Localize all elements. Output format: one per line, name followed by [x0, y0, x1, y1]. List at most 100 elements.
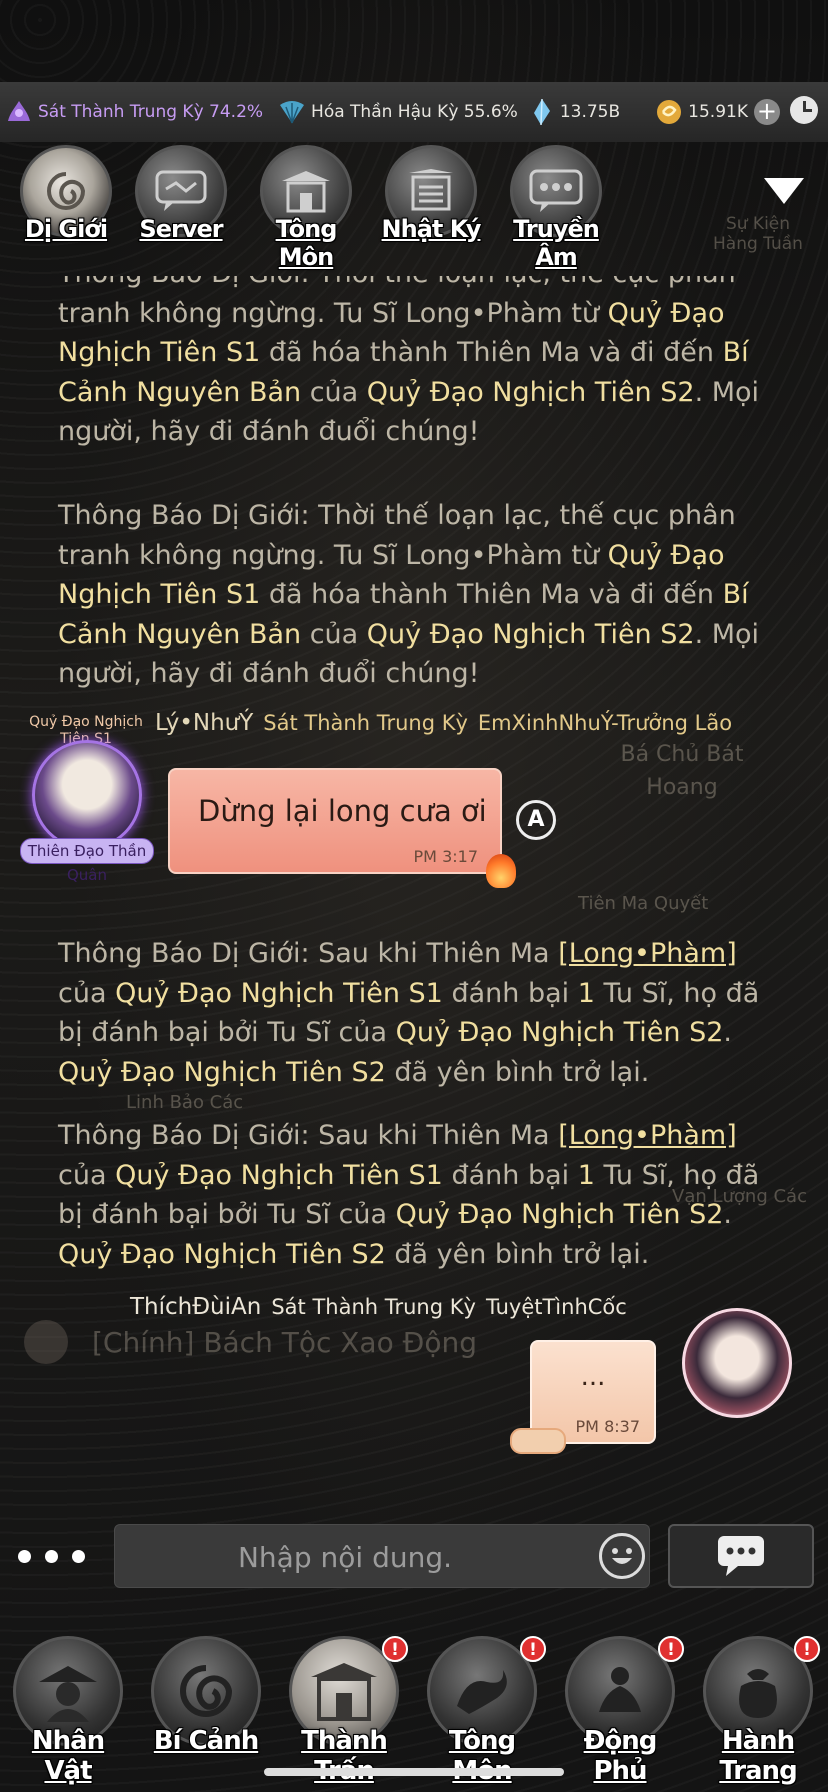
chat-input-bar: Nhập nội dung.	[0, 1520, 828, 1596]
server-name: Quỷ Đạo Nghịch Tiên S2	[395, 1199, 724, 1230]
system-message: Thông Báo Dị Giới: Sau khi Thiên Ma [Lon…	[58, 934, 778, 1092]
check-icon	[24, 1320, 68, 1364]
sys-text: đánh bại	[442, 1159, 578, 1191]
sender-rank: Sát Thành Trung Kỳ	[271, 1295, 476, 1319]
sys-text: Thông Báo Dị Giới: Sau khi Thiên Ma	[58, 1120, 559, 1151]
nav-hanh-trang-label: Hành Trang	[719, 1726, 797, 1786]
collapse-chat-button[interactable]	[764, 178, 804, 204]
sender-guild: EmXinhNhuÝ-Trưởng Lão	[477, 711, 733, 735]
realm-progress-label: Sát Thành Trung Kỳ 74.2%	[38, 102, 264, 122]
nav-bi-canh[interactable]: Bí Cảnh	[146, 1636, 266, 1776]
server-name: Quỷ Đạo Nghịch Tiên S2	[58, 1238, 386, 1270]
nav-nhan-vat-label: Nhân Vật	[31, 1726, 105, 1786]
avatar-frame[interactable]: Quỷ Đạo Nghịch Tiên S1 Thiên Đạo Thần Qu…	[20, 710, 154, 884]
nav-thanh-tran[interactable]: Thành Trấn !	[284, 1636, 408, 1786]
coin-icon	[657, 100, 682, 124]
nav-nhan-vat[interactable]: Nhân Vật	[8, 1636, 128, 1786]
chat-bubble-text: Dừng lại long cưa ơi	[198, 794, 487, 828]
clock-icon[interactable]	[790, 96, 818, 124]
server-name: Quỷ Đạo Nghịch Tiên S2	[366, 376, 695, 408]
sys-text: Thông Báo Dị Giới: Sau khi Thiên Ma	[58, 938, 559, 969]
sender-name[interactable]: ThíchĐùiAn	[130, 1294, 261, 1320]
tab-nhat-ky[interactable]: Nhật Ký	[381, 145, 481, 255]
notification-badge: !	[382, 1636, 408, 1662]
coin-amount: 15.91K	[688, 102, 748, 122]
player-link[interactable]: [Long•Phàm]	[558, 1120, 737, 1151]
bg-quest-tracker: [Chính] Bách Tộc Xao Động	[18, 1318, 498, 1368]
nav-bi-canh-label: Bí Cảnh	[153, 1726, 259, 1756]
server-name: Quỷ Đạo Nghịch Tiên S2	[366, 618, 695, 650]
avatar-title-badge: Thiên Đạo Thần Quân	[20, 838, 154, 884]
own-avatar[interactable]	[682, 1308, 792, 1418]
sys-text: .	[723, 1199, 732, 1230]
translate-button[interactable]: A	[516, 800, 556, 840]
avatar	[32, 740, 142, 850]
sys-text: đã hóa thành Thiên Ma và đi đến	[260, 337, 723, 368]
spirit-stone-amount: 13.75B	[559, 102, 621, 122]
spirit-stone-stat: 13.75B	[526, 97, 620, 127]
status-bar: Sát Thành Trung Kỳ 74.2% Hóa Thần Hậu Kỳ…	[0, 82, 828, 142]
tab-tong-mon[interactable]: Tông Môn	[256, 145, 356, 271]
server-name: Quỷ Đạo Nghịch Tiên S1	[115, 977, 443, 1009]
player-link[interactable]: [Long•Phàm]	[558, 938, 737, 969]
sender-rank: Sát Thành Trung Kỳ	[263, 711, 468, 735]
nav-dong-phu[interactable]: Động Phủ !	[560, 1636, 684, 1786]
tab-di-gioi[interactable]: Dị Giới	[16, 145, 116, 255]
flame-icon	[486, 854, 516, 888]
send-message-icon	[718, 1536, 764, 1576]
own-sender-info: ThíchĐùiAn Sát Thành Trung Kỳ TuyệtTìnhCốc	[130, 1294, 627, 1320]
system-message: Thông Báo Dị Giới: Sau khi Thiên Ma [Lon…	[58, 1116, 778, 1274]
sys-text: của	[58, 977, 116, 1009]
chat-bubble-text: ...	[580, 1362, 606, 1392]
realm-secondary-stat: Hóa Thần Hậu Kỳ 55.6%	[277, 97, 518, 127]
tab-truyen-am[interactable]: Truyền Âm	[506, 145, 606, 271]
chat-bubble-peach[interactable]: ... PM 8:37	[510, 1340, 656, 1454]
nav-thanh-tran-label: Thành Trấn	[301, 1726, 388, 1786]
realm-secondary-label: Hóa Thần Hậu Kỳ 55.6%	[311, 102, 518, 122]
more-options-button[interactable]	[18, 1550, 85, 1563]
tab-server-label: Server	[139, 215, 223, 243]
notification-badge: !	[520, 1636, 546, 1662]
bg-label-linh-bao-cac: Linh Bảo Các	[126, 1092, 244, 1113]
system-message: Thông Báo Dị Giới: Thời thế loạn lạc, th…	[58, 276, 778, 474]
defeat-count: 1	[577, 977, 595, 1009]
tab-truyen-am-label: Truyền Âm	[513, 215, 600, 271]
sender-name[interactable]: Lý•NhưÝ	[155, 710, 253, 736]
sender-guild: TuyệtTìnhCốc	[485, 1295, 627, 1319]
sys-text: của	[301, 376, 367, 408]
add-currency-button[interactable]: +	[753, 99, 780, 125]
main-nav: Nhân Vật Bí Cảnh Thành Trấn ! Tông Môn !…	[0, 1636, 828, 1786]
emoji-icon[interactable]	[599, 1533, 645, 1579]
defeat-count: 1	[577, 1159, 595, 1191]
nav-tong-mon[interactable]: Tông Môn !	[422, 1636, 546, 1786]
nav-hanh-trang[interactable]: Hành Trang !	[698, 1636, 820, 1786]
server-name: Quỷ Đạo Nghịch Tiên S2	[395, 1017, 724, 1048]
home-indicator[interactable]	[264, 1768, 564, 1776]
sys-text: đã yên bình trở lại.	[385, 1238, 650, 1270]
bg-quest-label: [Chính] Bách Tộc Xao Động	[92, 1326, 477, 1359]
chat-channel-nav: Dị Giới Server Tông Môn Nhật Ký Truyền Â…	[0, 145, 828, 271]
spirit-stone-icon	[533, 98, 550, 126]
nav-tong-mon-label: Tông Môn	[448, 1726, 516, 1786]
message-input-placeholder: Nhập nội dung.	[237, 1541, 453, 1574]
notification-badge: !	[794, 1636, 820, 1662]
cloud-icon	[510, 1428, 566, 1454]
sys-text: của	[58, 1159, 116, 1191]
chat-timestamp: PM 8:37	[575, 1417, 640, 1436]
chat-bubble-pink[interactable]: Dừng lại long cưa ơi PM 3:17	[168, 768, 516, 888]
sys-text: đã hóa thành Thiên Ma và đi đến	[260, 579, 723, 610]
sys-text: .	[723, 1017, 732, 1048]
tab-di-gioi-label: Dị Giới	[24, 215, 108, 243]
tab-tong-mon-label: Tông Môn	[275, 215, 338, 271]
fan-icon	[280, 101, 305, 124]
message-input[interactable]: Nhập nội dung.	[114, 1524, 650, 1588]
cultivation-lotus-icon	[8, 101, 30, 121]
realm-progress-stat: Sát Thành Trung Kỳ 74.2%	[4, 97, 263, 127]
sys-text: đã yên bình trở lại.	[385, 1056, 650, 1088]
sys-text: đánh bại	[442, 977, 578, 1009]
server-name: Quỷ Đạo Nghịch Tiên S1	[115, 1159, 443, 1191]
nav-dong-phu-label: Động Phủ	[583, 1726, 658, 1786]
tab-server[interactable]: Server	[131, 145, 231, 255]
coin-stat: 15.91K +	[654, 97, 780, 127]
send-button[interactable]	[668, 1524, 814, 1588]
